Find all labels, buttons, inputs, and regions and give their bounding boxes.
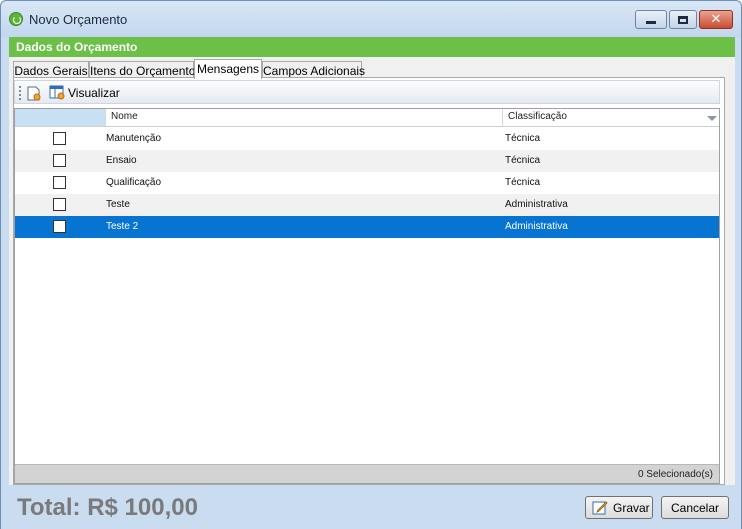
column-divider[interactable] bbox=[502, 109, 503, 127]
bottom-bar: Total: R$ 100,00 Gravar Cancelar bbox=[1, 485, 741, 529]
tab-campos-adicionais[interactable]: Campos Adicionais bbox=[262, 61, 365, 78]
minimize-button[interactable] bbox=[635, 10, 667, 29]
messages-grid: Nome Classificação Manutenção Técnica En… bbox=[14, 108, 720, 484]
row-checkbox[interactable] bbox=[53, 132, 66, 145]
cell-nome: Manutenção bbox=[106, 133, 162, 144]
total-label: Total: R$ 100,00 bbox=[17, 494, 198, 521]
cell-classificacao: Administrativa bbox=[505, 221, 568, 232]
table-row[interactable]: Teste Administrativa bbox=[15, 194, 719, 216]
cancel-button-label: Cancelar bbox=[670, 501, 720, 515]
tab-panel-mensagens: Visualizar Nome Classificação Manutenção… bbox=[13, 77, 725, 485]
grid-footer: 0 Selecionado(s) bbox=[15, 464, 719, 483]
title-bar[interactable]: Novo Orçamento ✕ bbox=[1, 1, 741, 37]
dropdown-arrow-icon[interactable] bbox=[707, 116, 717, 121]
row-checkbox[interactable] bbox=[53, 176, 66, 189]
table-row[interactable]: Qualificação Técnica bbox=[15, 172, 719, 194]
tab-dados-gerais[interactable]: Dados Gerais bbox=[13, 61, 89, 78]
save-button-label: Gravar bbox=[613, 501, 650, 515]
toolbar: Visualizar bbox=[14, 80, 720, 104]
cell-nome: Teste 2 bbox=[106, 221, 139, 232]
table-row-selected[interactable]: Teste 2 Administrativa bbox=[15, 216, 719, 238]
cell-nome: Ensaio bbox=[106, 155, 137, 166]
cell-nome: Teste bbox=[106, 199, 130, 210]
app-icon bbox=[9, 12, 23, 26]
table-row[interactable]: Ensaio Técnica bbox=[15, 150, 719, 172]
tab-itens-do-orcamento[interactable]: Itens do Orçamento bbox=[89, 61, 195, 78]
row-checkbox[interactable] bbox=[53, 220, 66, 233]
view-icon[interactable] bbox=[49, 85, 65, 100]
cell-nome: Qualificação bbox=[106, 177, 162, 188]
table-row[interactable]: Manutenção Técnica bbox=[15, 128, 719, 150]
view-button-label[interactable]: Visualizar bbox=[68, 86, 120, 100]
close-icon: ✕ bbox=[710, 12, 722, 27]
row-checkbox[interactable] bbox=[53, 154, 66, 167]
edit-icon bbox=[592, 501, 608, 515]
tab-mensagens[interactable]: Mensagens bbox=[194, 59, 262, 79]
cell-classificacao: Técnica bbox=[505, 177, 541, 188]
window-title: Novo Orçamento bbox=[29, 12, 128, 27]
client-area: Dados do Orçamento Dados Gerais Itens do… bbox=[9, 37, 735, 485]
cancel-button[interactable]: Cancelar bbox=[661, 496, 729, 519]
column-header-nome[interactable]: Nome bbox=[111, 111, 138, 122]
cell-classificacao: Técnica bbox=[505, 133, 541, 144]
grid-header: Nome Classificação bbox=[15, 109, 719, 127]
selection-count: 0 Selecionado(s) bbox=[637, 469, 713, 480]
close-button[interactable]: ✕ bbox=[699, 10, 733, 29]
row-checkbox[interactable] bbox=[53, 198, 66, 211]
new-document-icon[interactable] bbox=[27, 86, 41, 101]
window: Novo Orçamento ✕ Dados do Orçamento Dado… bbox=[0, 0, 742, 529]
column-header-classificacao[interactable]: Classificação bbox=[508, 111, 567, 122]
cell-classificacao: Administrativa bbox=[505, 199, 568, 210]
select-column-header[interactable] bbox=[15, 109, 105, 126]
section-header: Dados do Orçamento bbox=[9, 37, 735, 57]
column-divider[interactable] bbox=[105, 109, 106, 127]
save-button[interactable]: Gravar bbox=[585, 496, 653, 519]
maximize-button[interactable] bbox=[669, 10, 697, 29]
maximize-icon bbox=[678, 15, 688, 24]
cell-classificacao: Técnica bbox=[505, 155, 541, 166]
minimize-icon bbox=[646, 21, 656, 24]
toolbar-grip[interactable] bbox=[19, 86, 21, 100]
